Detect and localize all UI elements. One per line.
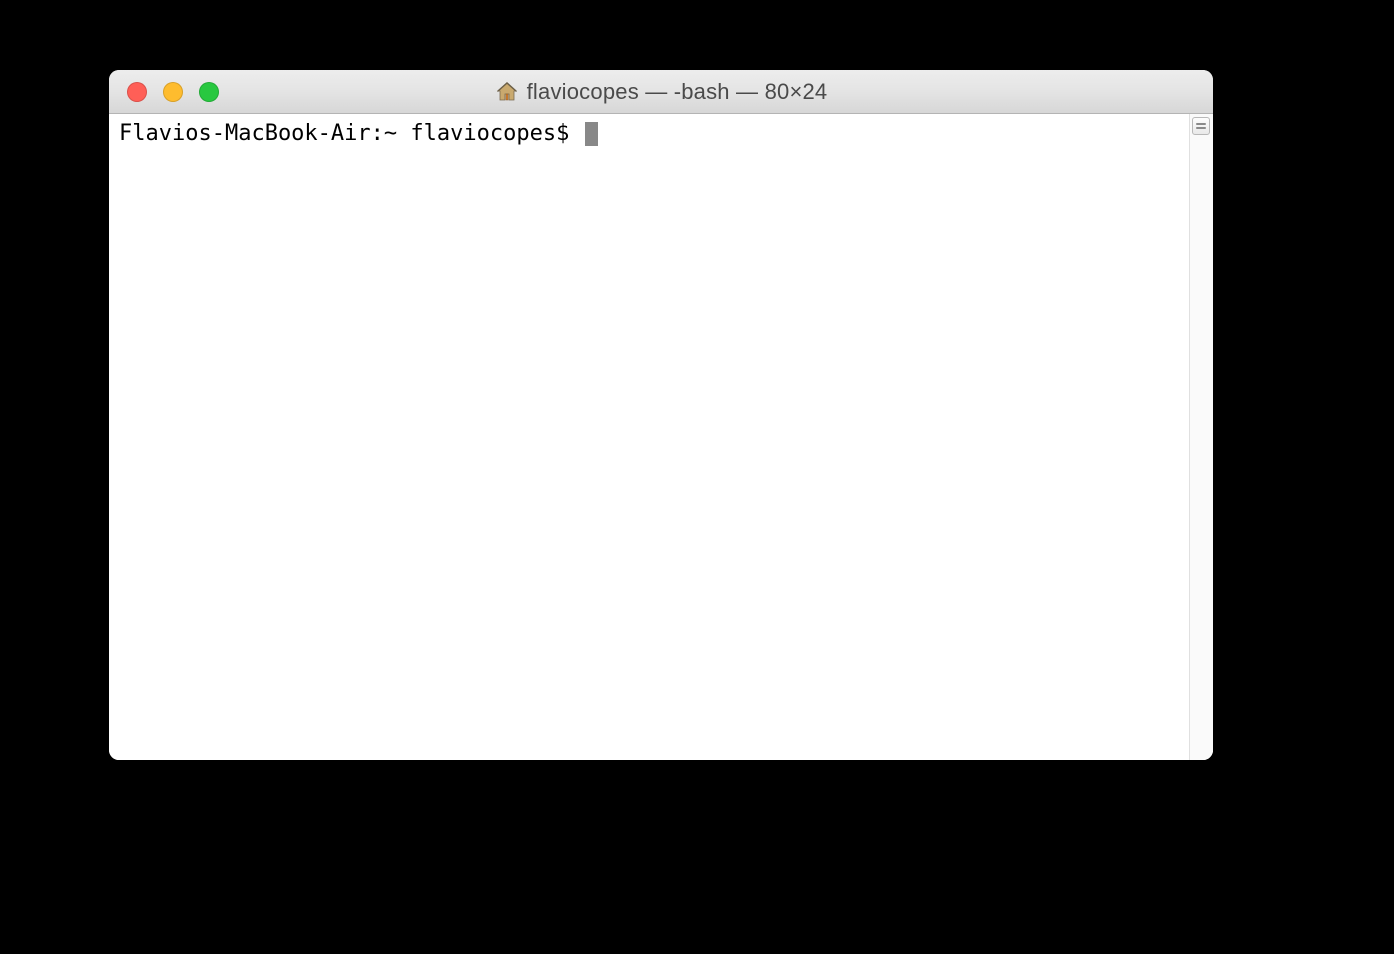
close-button[interactable] (127, 82, 147, 102)
text-cursor (585, 122, 598, 146)
minimize-button[interactable] (163, 82, 183, 102)
vertical-scrollbar[interactable] (1189, 114, 1213, 760)
terminal-window: flaviocopes — -bash — 80×24 Flavios-MacB… (109, 70, 1213, 760)
terminal-content[interactable]: Flavios-MacBook-Air:~ flaviocopes$ (109, 114, 1189, 760)
terminal-body: Flavios-MacBook-Air:~ flaviocopes$ (109, 114, 1213, 760)
scroll-indicator-icon[interactable] (1192, 117, 1210, 135)
maximize-button[interactable] (199, 82, 219, 102)
home-icon (495, 80, 519, 104)
window-title: flaviocopes — -bash — 80×24 (527, 79, 828, 105)
shell-prompt: Flavios-MacBook-Air:~ flaviocopes$ (119, 121, 583, 146)
window-title-wrap: flaviocopes — -bash — 80×24 (109, 79, 1213, 105)
traffic-lights (109, 82, 219, 102)
window-titlebar[interactable]: flaviocopes — -bash — 80×24 (109, 70, 1213, 114)
